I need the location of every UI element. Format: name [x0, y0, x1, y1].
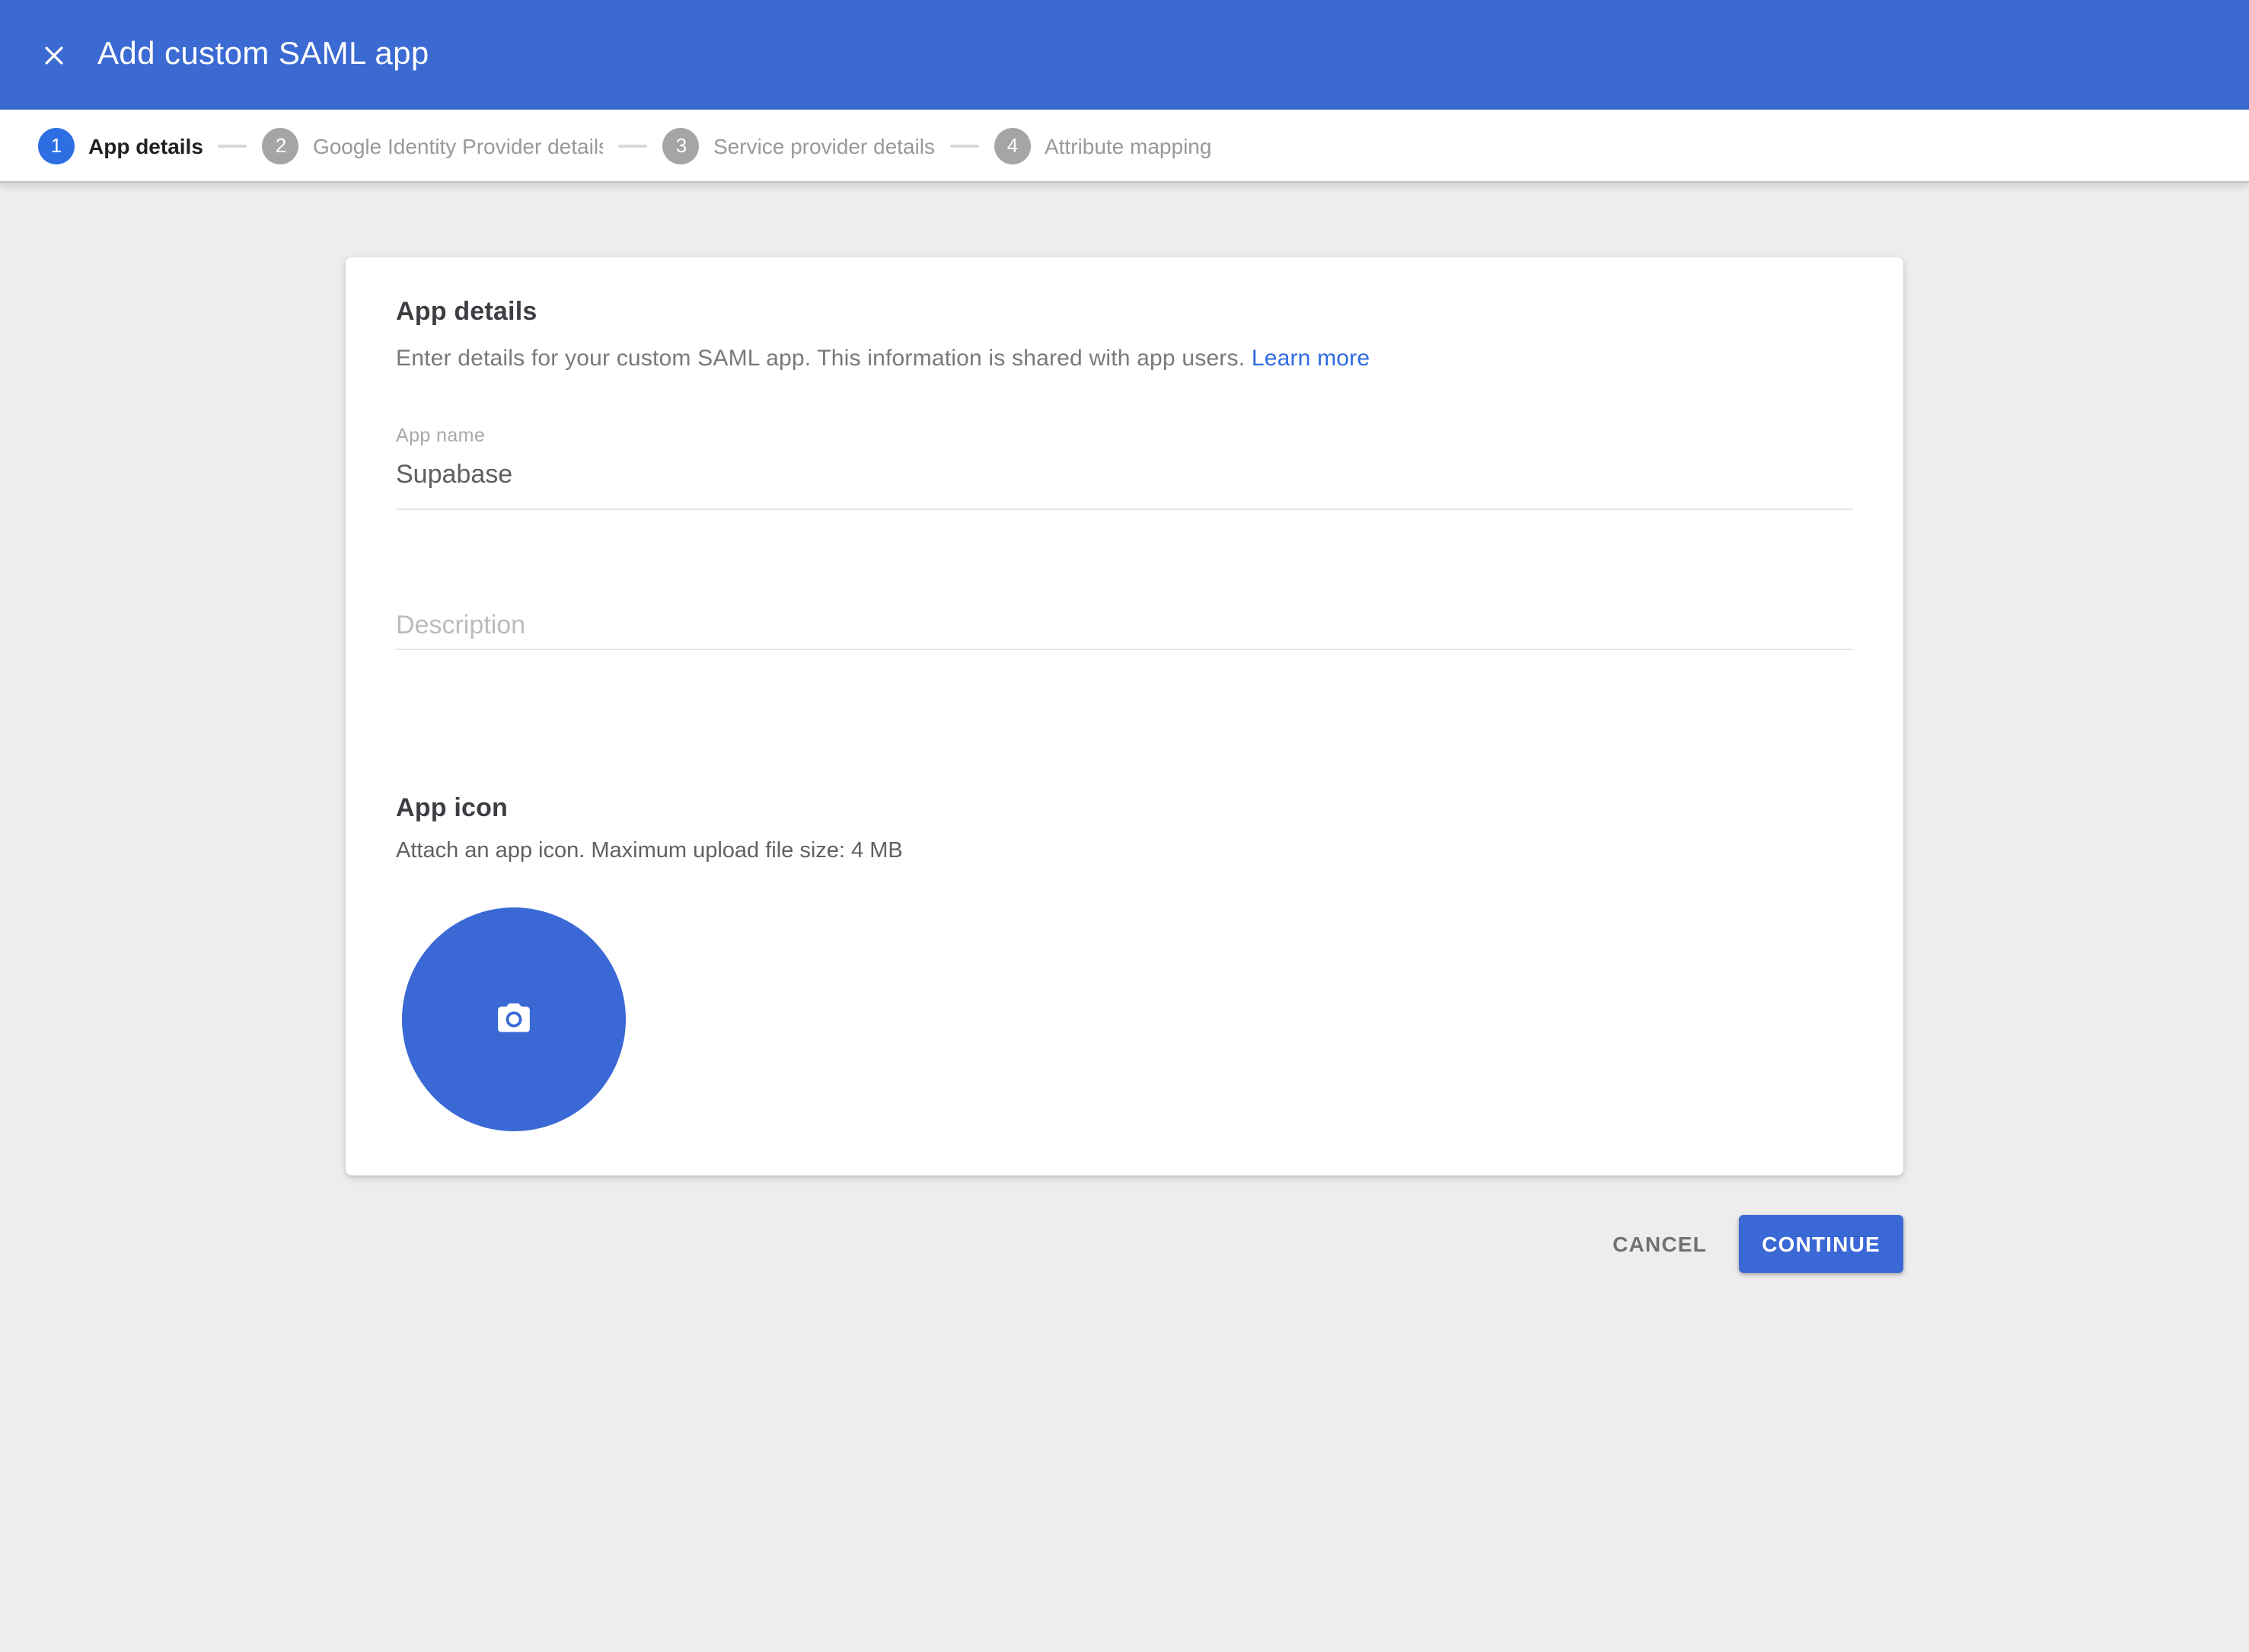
step-separator	[950, 144, 979, 147]
card-description-text: Enter details for your custom SAML app. …	[396, 346, 1245, 372]
step-label: App details	[88, 133, 203, 158]
description-input[interactable]: Description	[396, 606, 1853, 646]
stepper-step-app-details[interactable]: 1 App details	[38, 127, 203, 164]
stepper-step-google-idp-details[interactable]: 2 Google Identity Provider details	[263, 127, 604, 164]
step-number-badge: 2	[263, 127, 299, 164]
step-label: Service provider details	[713, 133, 935, 158]
app-icon-title: App icon	[396, 793, 508, 824]
dialog-header: Add custom SAML app	[0, 0, 2249, 110]
app-name-input[interactable]: Supabase	[396, 460, 1853, 490]
app-icon-subtitle: Attach an app icon. Maximum upload file …	[396, 839, 903, 863]
close-icon	[40, 42, 66, 68]
step-label: Google Identity Provider details	[313, 133, 604, 158]
cancel-button[interactable]: CANCEL	[1581, 1217, 1739, 1271]
continue-button[interactable]: CONTINUE	[1739, 1215, 1903, 1273]
dialog-title: Add custom SAML app	[97, 37, 429, 73]
app-name-label: App name	[396, 425, 1853, 446]
close-button[interactable]	[37, 38, 70, 72]
step-separator	[619, 144, 648, 147]
step-number-badge: 4	[994, 127, 1031, 164]
stepper: 1 App details 2 Google Identity Provider…	[0, 110, 2249, 183]
card-title: App details	[396, 297, 537, 327]
description-field[interactable]: Description	[396, 606, 1853, 650]
app-details-card: App details Enter details for your custo…	[346, 257, 1903, 1175]
card-description: Enter details for your custom SAML app. …	[396, 346, 1370, 372]
step-number-badge: 1	[38, 127, 75, 164]
step-separator	[219, 144, 247, 147]
app-name-field[interactable]: App name Supabase	[396, 425, 1853, 510]
learn-more-link[interactable]: Learn more	[1252, 346, 1370, 372]
step-label: Attribute mapping	[1045, 133, 1211, 158]
stepper-step-attribute-mapping[interactable]: 4 Attribute mapping	[994, 127, 1211, 164]
upload-app-icon-button[interactable]	[402, 907, 626, 1131]
camera-icon	[495, 1000, 533, 1038]
stepper-step-service-provider-details[interactable]: 3 Service provider details	[663, 127, 935, 164]
step-number-badge: 3	[663, 127, 700, 164]
